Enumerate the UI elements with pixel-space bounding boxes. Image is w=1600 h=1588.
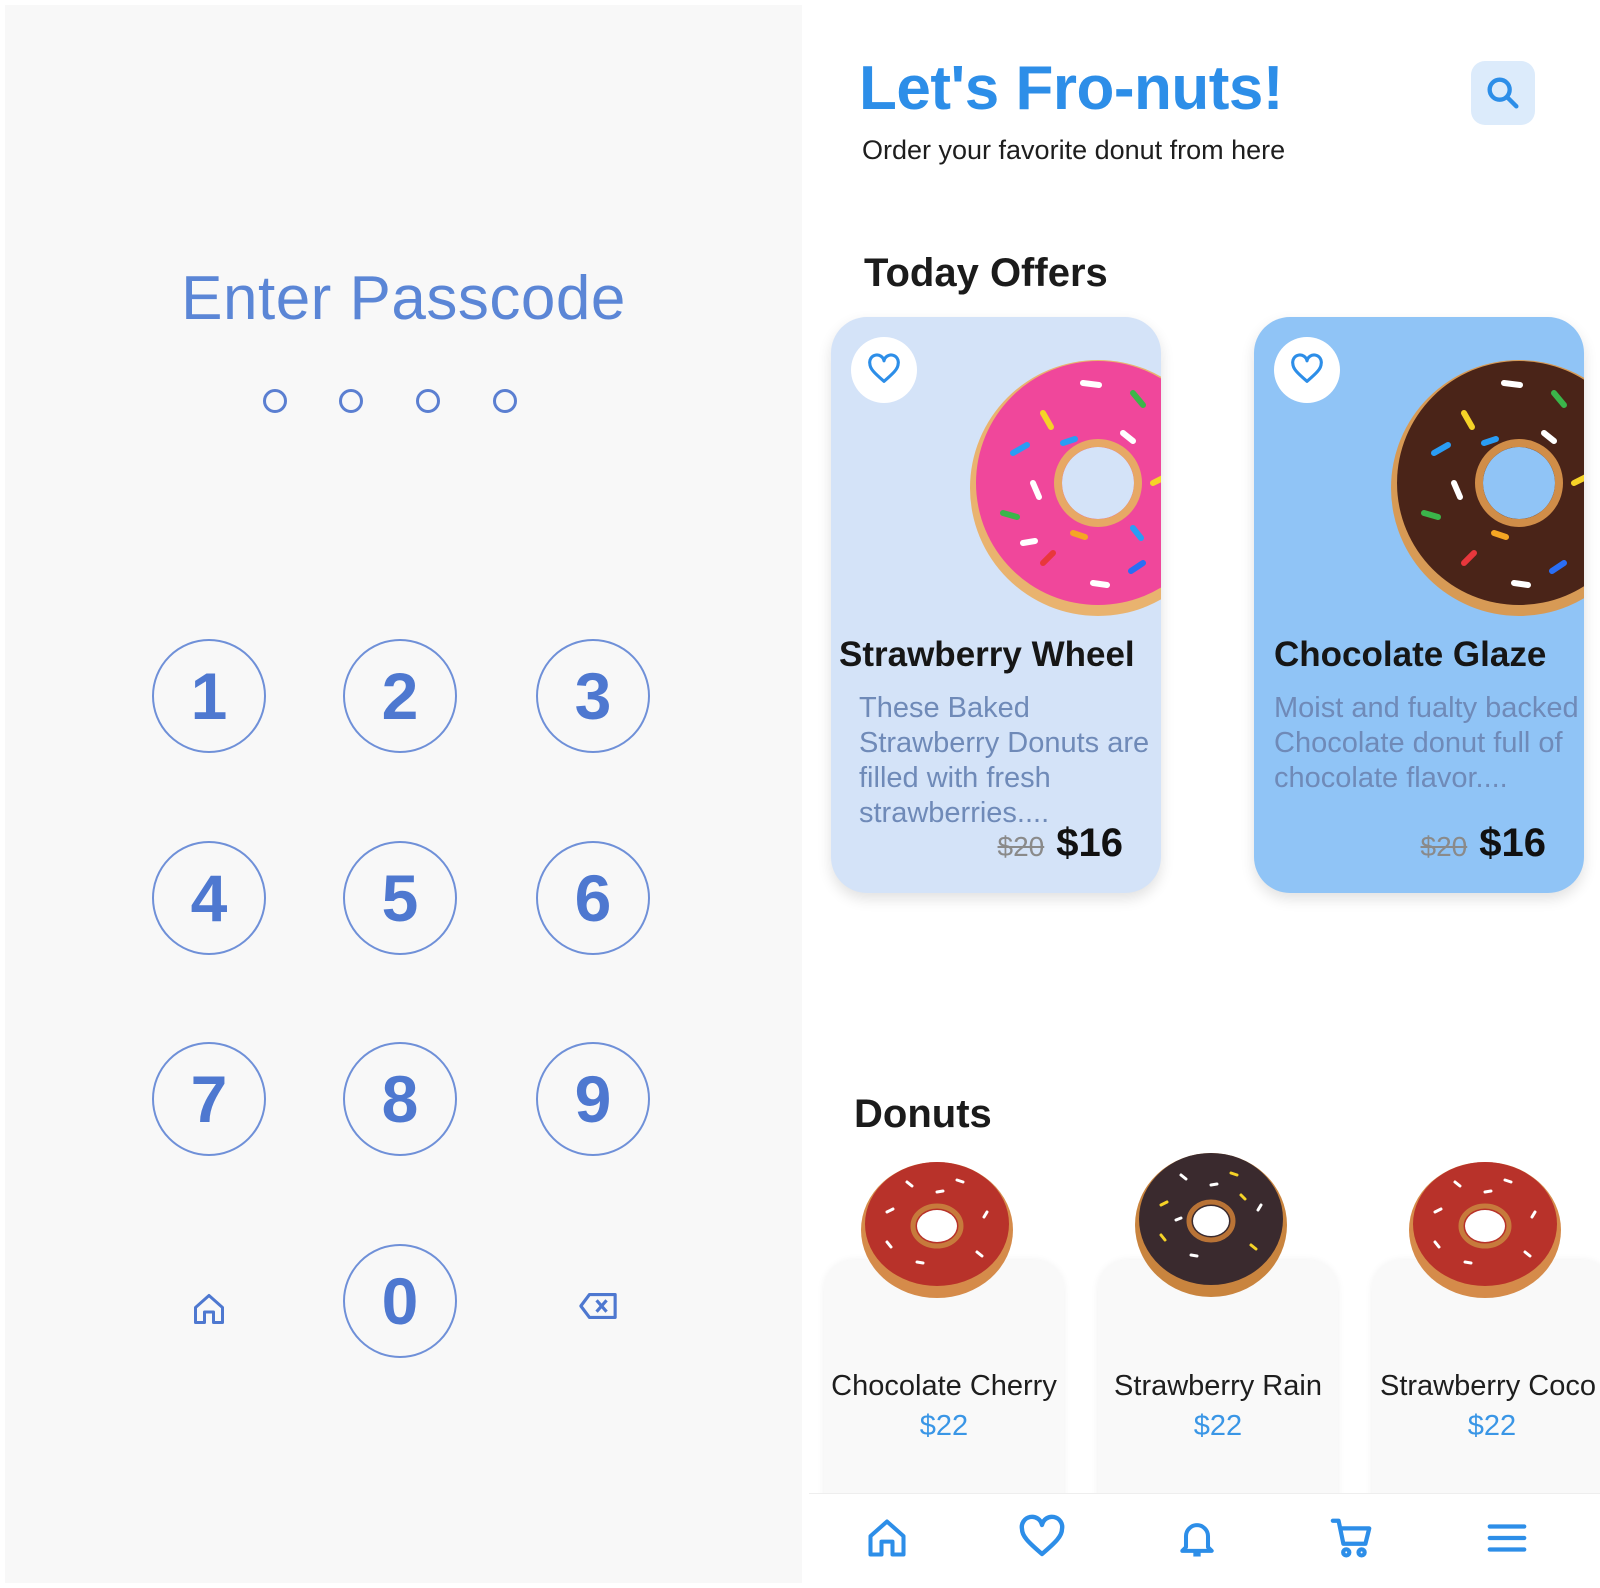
nav-menu[interactable]	[1479, 1510, 1535, 1566]
shop-screen: Let's Fro-nuts! Order your favorite donu…	[809, 5, 1600, 1583]
nav-cart[interactable]	[1324, 1510, 1380, 1566]
bell-icon	[1180, 1523, 1214, 1557]
donut-price: $22	[1467, 1410, 1517, 1442]
home-icon[interactable]	[184, 1284, 234, 1334]
search-icon	[1487, 77, 1519, 109]
heart-icon	[1291, 353, 1323, 383]
brand-subtitle: Order your favorite donut from here	[862, 135, 1286, 165]
offer-price: $16	[1056, 821, 1123, 865]
donut-name: Strawberry Coco	[1380, 1370, 1596, 1402]
donut-price: $22	[919, 1410, 969, 1442]
heart-icon	[868, 353, 900, 383]
favorite-button[interactable]	[851, 337, 917, 403]
offer-name: Chocolate Glaze	[1274, 635, 1547, 674]
donut-image	[1409, 1162, 1561, 1298]
key-1[interactable]: 1	[152, 639, 266, 753]
nav-notifications[interactable]	[1169, 1510, 1225, 1566]
donut-price: $22	[1193, 1410, 1243, 1442]
offer-price: $16	[1479, 821, 1546, 865]
home-icon	[868, 1519, 906, 1557]
donut-image	[970, 360, 1161, 616]
key-3[interactable]: 3	[536, 639, 650, 753]
offers-title: Today Offers	[864, 251, 1108, 295]
key-7[interactable]: 7	[152, 1042, 266, 1156]
brand-title: Let's Fro-nuts!	[859, 54, 1284, 123]
passcode-dot	[339, 389, 363, 413]
nav-favorites[interactable]	[1014, 1510, 1070, 1566]
key-2[interactable]: 2	[343, 639, 457, 753]
heart-icon	[1019, 1514, 1065, 1557]
old-price: $20	[997, 831, 1045, 862]
donut-image	[861, 1162, 1013, 1298]
donut-name: Chocolate Cherry	[831, 1370, 1057, 1402]
key-8[interactable]: 8	[343, 1042, 457, 1156]
backspace-icon[interactable]	[573, 1281, 623, 1331]
nav-home[interactable]	[859, 1510, 915, 1566]
favorite-button[interactable]	[1274, 337, 1340, 403]
search-button[interactable]	[1471, 61, 1535, 125]
old-price: $20	[1420, 831, 1468, 862]
key-5[interactable]: 5	[343, 841, 457, 955]
key-4[interactable]: 4	[152, 841, 266, 955]
bottom-nav	[809, 1493, 1600, 1583]
offer-card[interactable]: Chocolate Glaze Moist and fualty backed …	[1254, 317, 1584, 893]
passcode-title: Enter Passcode	[181, 264, 626, 333]
menu-icon	[1487, 1524, 1527, 1552]
passcode-screen: Enter Passcode 1 2 3 4 5 6 7 8 9 0	[5, 5, 802, 1583]
offer-card[interactable]: Strawberry Wheel These Baked Strawberry …	[831, 317, 1161, 893]
passcode-dot	[416, 389, 440, 413]
offer-description: Moist and fualty backed Chocolate donut …	[1274, 692, 1579, 794]
passcode-dot	[493, 389, 517, 413]
cart-icon	[1330, 1518, 1372, 1558]
donut-image	[1135, 1153, 1287, 1297]
donut-name: Strawberry Rain	[1114, 1370, 1322, 1402]
offer-name: Strawberry Wheel	[839, 635, 1135, 674]
key-6[interactable]: 6	[536, 841, 650, 955]
key-0[interactable]: 0	[343, 1244, 457, 1358]
divider	[802, 0, 809, 1588]
donut-image	[1391, 360, 1584, 616]
passcode-dot	[263, 389, 287, 413]
key-9[interactable]: 9	[536, 1042, 650, 1156]
offer-description: These Baked Strawberry Donuts are filled…	[859, 692, 1150, 829]
donuts-title: Donuts	[854, 1092, 992, 1136]
